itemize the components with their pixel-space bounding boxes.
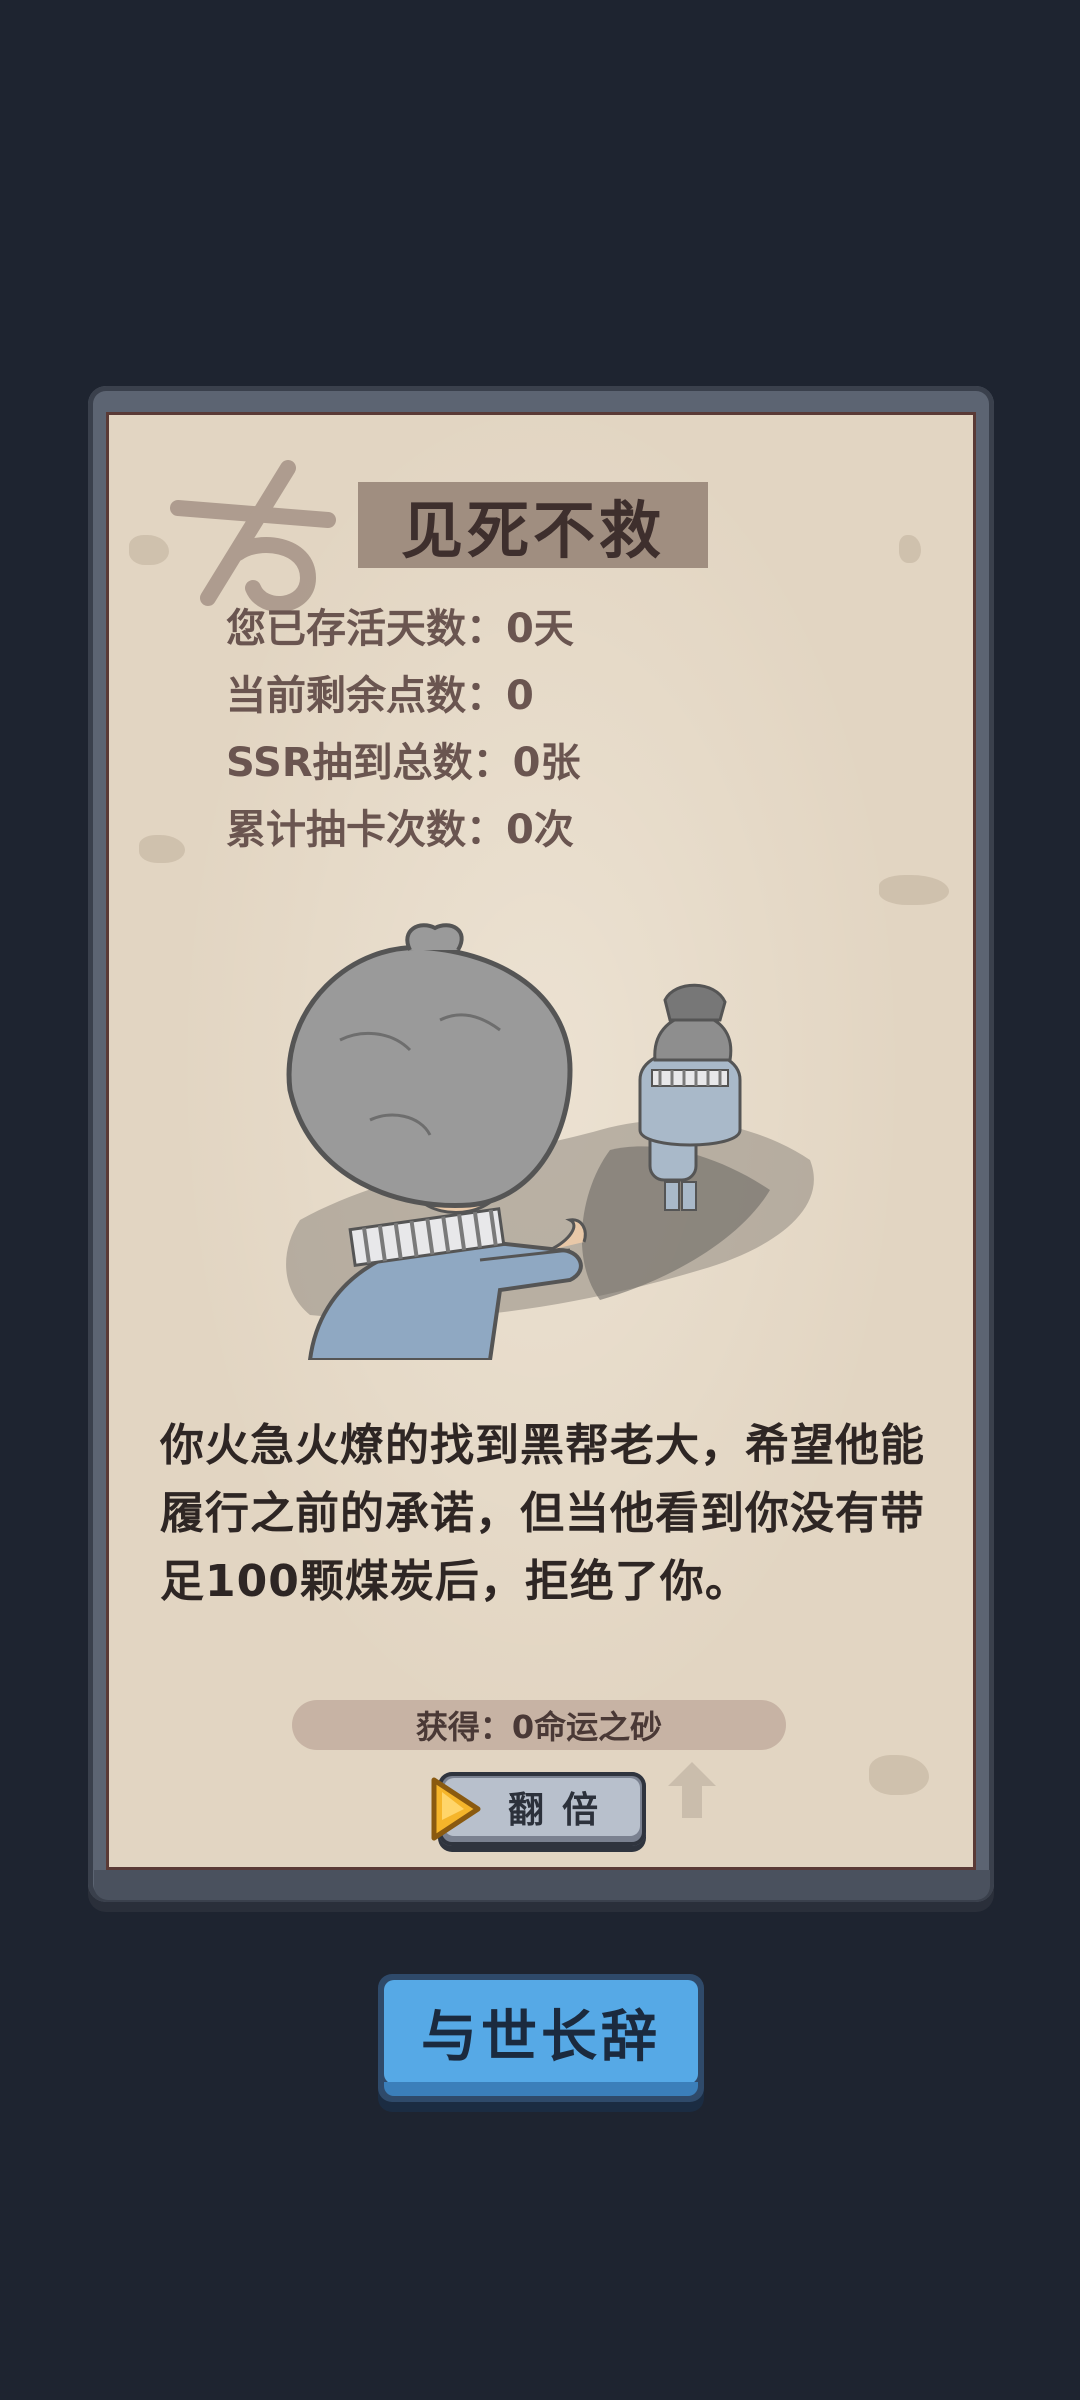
card-title: 见死不救 [358,482,708,568]
reward-label: 获得：0命运之砂 [292,1700,786,1750]
pass-away-label: 与世长辞 [384,1980,698,2084]
story-illustration [286,923,814,1360]
stamp-icon [170,460,336,612]
stat-ssr-total: SSR抽到总数：0张 [226,740,581,786]
stat-total-draws: 累计抽卡次数：0次 [226,807,574,853]
stat-remaining-points: 当前剩余点数：0 [226,673,534,719]
arrow-up-icon [668,1762,716,1818]
story-text: 你火急火燎的找到黑帮老大，希望他能履行之前的承诺，但当他看到你没有带足100颗煤… [160,1420,925,1607]
pass-away-button[interactable]: 与世长辞 [378,1974,704,2102]
stat-days-survived: 您已存活天数：0天 [226,606,574,652]
game-screen: 见死不救 您已存活天数：0天 当前剩余点数：0 SSR抽到总数：0张 累计抽卡次… [0,0,1080,2400]
play-icon[interactable] [428,1774,484,1844]
card-frame-base [94,1870,990,1900]
stats-list: 您已存活天数：0天 当前剩余点数：0 SSR抽到总数：0张 累计抽卡次数：0次 [226,596,580,864]
